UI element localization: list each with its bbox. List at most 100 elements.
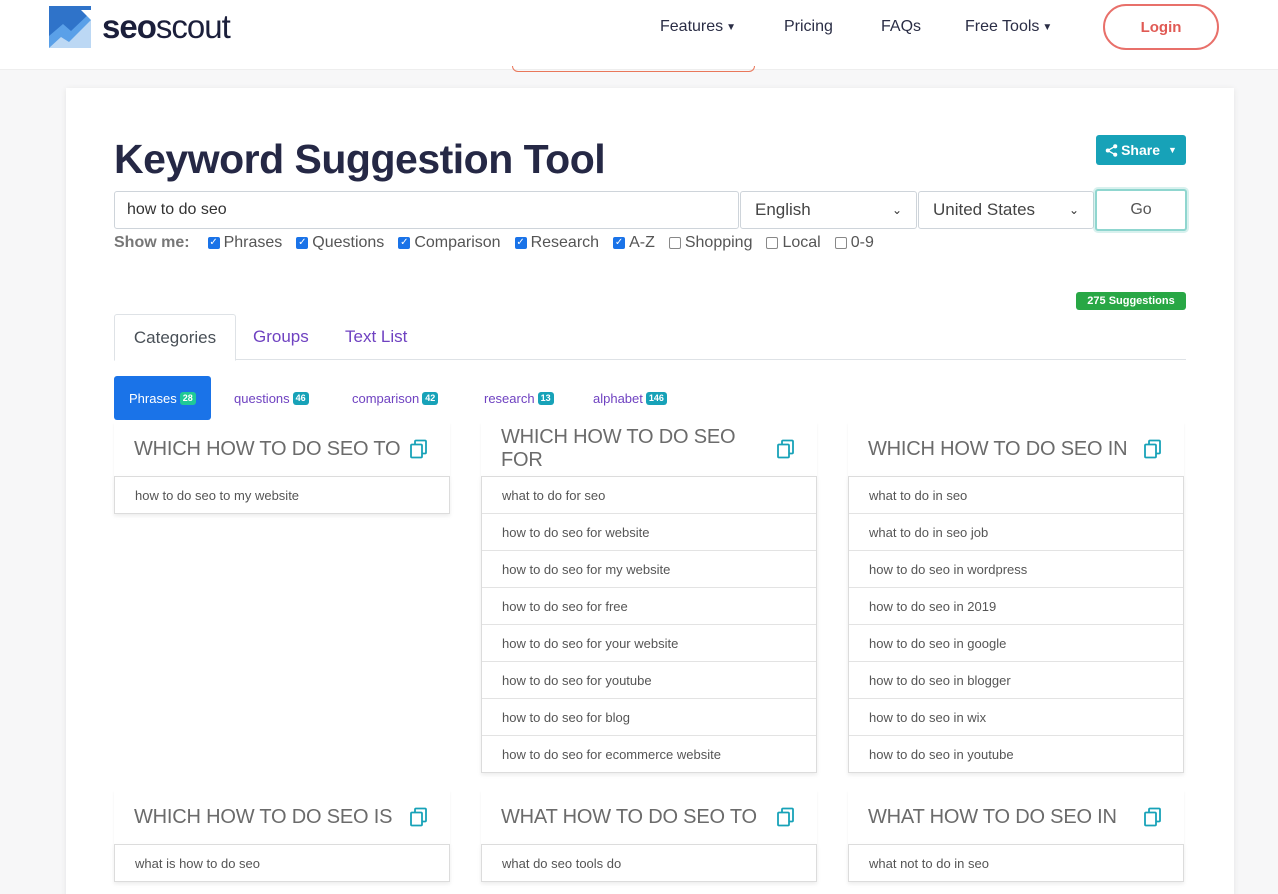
list-item[interactable]: what do seo tools do: [482, 844, 816, 881]
copy-icon[interactable]: [1142, 438, 1164, 460]
copy-icon[interactable]: [408, 438, 430, 460]
logo-chart-icon: [49, 6, 91, 48]
list-item[interactable]: how to do seo in google: [849, 624, 1183, 661]
list-item[interactable]: what to do for seo: [482, 476, 816, 513]
list-item[interactable]: how to do seo for your website: [482, 624, 816, 661]
list-item[interactable]: how to do seo for youtube: [482, 661, 816, 698]
login-button[interactable]: Login: [1103, 4, 1219, 50]
tab-text-list[interactable]: Text List: [345, 314, 407, 360]
seoscout-logo[interactable]: seoscout: [49, 6, 231, 48]
pill-label: Phrases: [129, 390, 177, 406]
pill-phrases[interactable]: Phrases 28: [114, 376, 211, 420]
pill-comparison[interactable]: comparison 42: [352, 376, 439, 420]
pill-label: comparison: [352, 390, 420, 406]
list-item[interactable]: how to do seo in 2019: [849, 587, 1183, 624]
copy-icon[interactable]: [775, 438, 797, 460]
group-header: WHICH HOW TO DO SEO IS: [114, 790, 450, 844]
checkbox-checked-icon[interactable]: ✓: [613, 237, 626, 249]
checkbox-unchecked-icon[interactable]: [834, 237, 847, 249]
pill-alphabet[interactable]: alphabet 146: [593, 376, 667, 420]
filter-local[interactable]: Local: [766, 234, 821, 252]
promo-banner-edge[interactable]: [512, 66, 755, 72]
checkbox-unchecked-icon[interactable]: [668, 237, 681, 249]
filter-comparison[interactable]: ✓ Comparison: [398, 234, 501, 252]
copy-icon[interactable]: [775, 806, 797, 828]
list-item[interactable]: what to do in seo job: [849, 513, 1183, 550]
chevron-down-icon: ⌄: [891, 203, 902, 217]
brand-wordmark: seoscout: [102, 6, 231, 48]
count-badge: 146: [645, 391, 667, 405]
copy-icon[interactable]: [408, 806, 430, 828]
filter-phrases[interactable]: ✓ Phrases: [207, 234, 283, 252]
filter-a-z[interactable]: ✓ A-Z: [613, 234, 655, 252]
pill-label: questions: [234, 390, 290, 406]
tab-categories[interactable]: Categories: [114, 314, 236, 361]
filter-label: Questions: [312, 234, 385, 251]
filter-questions[interactable]: ✓ Questions: [296, 234, 384, 252]
list-item[interactable]: how to do seo for ecommerce website: [482, 735, 816, 772]
group-list: what is how to do seo: [114, 844, 450, 882]
chevron-down-icon: ⌄: [1068, 203, 1079, 217]
list-item[interactable]: how to do seo in blogger: [849, 661, 1183, 698]
list-item[interactable]: what is how to do seo: [115, 844, 449, 881]
list-item[interactable]: how to do seo to my website: [115, 476, 449, 513]
nav-free-tools[interactable]: Free Tools ▼: [965, 0, 1052, 54]
group-title: WHICH HOW TO DO SEO IS: [134, 805, 393, 828]
tab-groups[interactable]: Groups: [253, 314, 309, 360]
group-title: WHICH HOW TO DO SEO TO: [134, 437, 401, 460]
list-item[interactable]: how to do seo for free: [482, 587, 816, 624]
filter-label: Phrases: [223, 234, 283, 251]
checkbox-checked-icon[interactable]: ✓: [296, 237, 309, 249]
count-badge: 28: [179, 391, 196, 405]
view-tabs: Categories Groups Text List: [114, 314, 1186, 361]
list-item[interactable]: how to do seo for my website: [482, 550, 816, 587]
list-item[interactable]: how to do seo in wordpress: [849, 550, 1183, 587]
pill-research[interactable]: research 13: [484, 376, 554, 420]
nav-free-tools-label: Free Tools: [965, 18, 1040, 35]
list-item[interactable]: how to do seo in wix: [849, 698, 1183, 735]
show-me-filters: Show me: ✓ Phrases ✓ Questions ✓ Comparison…: [114, 232, 888, 254]
checkbox-unchecked-icon[interactable]: [766, 237, 779, 249]
page-title: Keyword Suggestion Tool: [114, 136, 606, 182]
checkbox-checked-icon[interactable]: ✓: [207, 237, 220, 249]
pill-label: alphabet: [593, 390, 643, 406]
nav-faqs[interactable]: FAQs: [881, 0, 921, 54]
suggestions-count-badge: 275 Suggestions: [1076, 292, 1186, 310]
group-list: what to do in seo what to do in seo job …: [848, 476, 1184, 773]
checkbox-checked-icon[interactable]: ✓: [398, 237, 411, 249]
filter-research[interactable]: ✓ Research: [514, 234, 599, 252]
group-header: WHICH HOW TO DO SEO IN: [848, 422, 1184, 476]
count-badge: 46: [292, 391, 309, 405]
filter-label: Comparison: [414, 234, 501, 251]
go-button[interactable]: Go: [1095, 189, 1187, 231]
country-select[interactable]: United States ⌄: [918, 191, 1094, 229]
group-title: WHAT HOW TO DO SEO IN: [868, 805, 1117, 828]
share-button[interactable]: Share ▼: [1096, 135, 1186, 165]
nav-features[interactable]: Features ▼: [660, 0, 736, 54]
share-label: Share: [1121, 142, 1160, 158]
group-list: what do seo tools do: [481, 844, 817, 882]
pill-questions[interactable]: questions 46: [234, 376, 309, 420]
keyword-group: WHAT HOW TO DO SEO TO what do seo tools …: [481, 790, 817, 882]
list-item[interactable]: how to do seo for website: [482, 513, 816, 550]
filter-label: Local: [782, 234, 821, 251]
keyword-group: WHICH HOW TO DO SEO IS what is how to do…: [114, 790, 450, 882]
nav-faqs-label: FAQs: [881, 18, 922, 35]
list-item[interactable]: what to do in seo: [849, 476, 1183, 513]
list-item[interactable]: how to do seo in youtube: [849, 735, 1183, 772]
nav-pricing[interactable]: Pricing: [784, 0, 833, 54]
keyword-input[interactable]: [114, 191, 739, 229]
filter-shopping[interactable]: Shopping: [668, 234, 752, 252]
list-item[interactable]: how to do seo for blog: [482, 698, 816, 735]
filter-0-9[interactable]: 0-9: [834, 234, 874, 252]
group-title: WHICH HOW TO DO SEO IN: [868, 437, 1128, 460]
top-navigation-bar: seoscout Features ▼ Pricing FAQs Free Too…: [0, 0, 1278, 70]
group-title: WHAT HOW TO DO SEO TO: [501, 805, 757, 828]
pill-label: research: [484, 390, 535, 406]
copy-icon[interactable]: [1142, 806, 1164, 828]
show-me-label: Show me:: [114, 234, 190, 251]
checkbox-checked-icon[interactable]: ✓: [514, 237, 527, 249]
list-item[interactable]: what not to do in seo: [849, 844, 1183, 881]
count-badge: 42: [422, 391, 439, 405]
language-select[interactable]: English ⌄: [740, 191, 917, 229]
